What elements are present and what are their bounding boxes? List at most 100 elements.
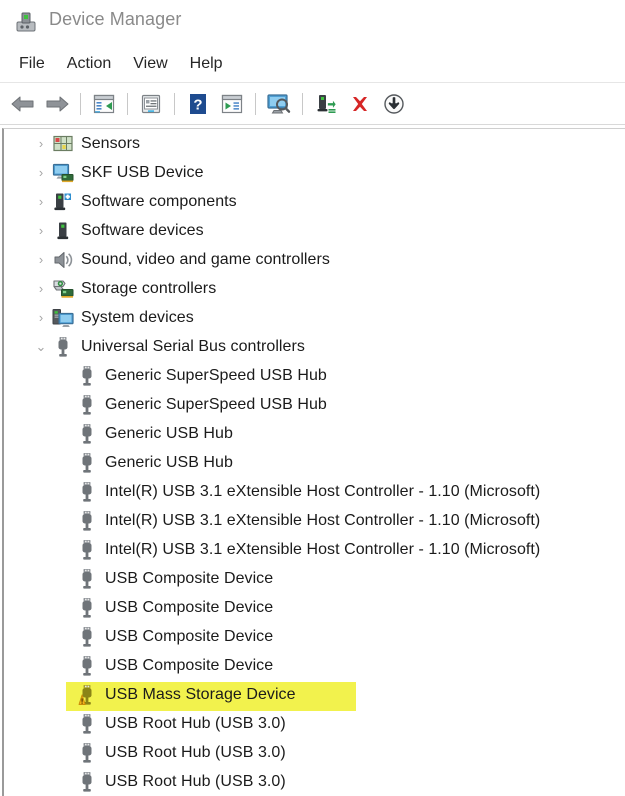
tree-row-label: System devices: [81, 308, 194, 326]
chevron-right-icon[interactable]: ›: [30, 282, 52, 295]
tree-row-label: Sensors: [81, 134, 141, 152]
show-hide-console-tree-icon[interactable]: [89, 89, 119, 119]
tree-row[interactable]: Generic USB Hub: [4, 419, 625, 448]
forward-arrow-icon[interactable]: [42, 89, 72, 119]
tree-row[interactable]: Generic SuperSpeed USB Hub: [4, 390, 625, 419]
svg-text:?: ?: [193, 96, 202, 113]
tree-row-label: USB Composite Device: [105, 656, 274, 674]
back-arrow-icon[interactable]: [8, 89, 38, 119]
tree-row-label: USB Composite Device: [105, 598, 274, 616]
tree-row[interactable]: › Sensors: [4, 129, 625, 158]
usb-icon: [76, 713, 98, 735]
usb-icon: [76, 655, 98, 677]
tree-row-label: USB Root Hub (USB 3.0): [105, 714, 286, 732]
title-bar: Device Manager: [0, 0, 625, 45]
enable-device-icon[interactable]: [311, 89, 341, 119]
usb-icon: [76, 510, 98, 532]
tree-row-label: USB Root Hub (USB 3.0): [105, 743, 286, 761]
usb-icon: [76, 394, 98, 416]
tree-row[interactable]: Generic USB Hub: [4, 448, 625, 477]
device-manager-icon: [14, 10, 38, 34]
storage-controller-icon: [52, 278, 74, 300]
window-title: Device Manager: [49, 9, 182, 29]
tree-row-label: Software components: [81, 192, 237, 210]
tree-row-label: Generic SuperSpeed USB Hub: [105, 395, 327, 413]
tree-row[interactable]: USB Root Hub (USB 3.0): [4, 709, 625, 738]
chevron-down-icon[interactable]: ⌄: [30, 340, 52, 353]
toolbar-separator: [302, 92, 303, 115]
usb-icon: [76, 481, 98, 503]
sensors-icon: [52, 133, 74, 155]
toolbar-separator: [255, 92, 256, 115]
menu-view[interactable]: View: [126, 52, 174, 76]
usb-icon: [76, 568, 98, 590]
tree-row[interactable]: USB Composite Device: [4, 564, 625, 593]
usb-icon: [76, 742, 98, 764]
tree-row[interactable]: USB Composite Device: [4, 593, 625, 622]
tree-row[interactable]: USB Composite Device: [4, 651, 625, 680]
chevron-right-icon[interactable]: ›: [30, 253, 52, 266]
toolbar-separator: [174, 92, 175, 115]
usb-icon: [76, 771, 98, 793]
tree-row[interactable]: › Software devices: [4, 216, 625, 245]
tree-row-label: SKF USB Device: [81, 163, 204, 181]
toolbar-separator: [127, 92, 128, 115]
tree-row-label: USB Composite Device: [105, 569, 274, 587]
chevron-right-icon[interactable]: ›: [30, 311, 52, 324]
tree-row-label: Sound, video and game controllers: [81, 250, 330, 268]
tree-row[interactable]: USB Root Hub (USB 3.0): [4, 767, 625, 796]
software-component-icon: [52, 191, 74, 213]
chevron-right-icon[interactable]: ›: [30, 224, 52, 237]
tree-row[interactable]: USB Mass Storage Device: [4, 680, 625, 709]
tree-row[interactable]: › SKF USB Device: [4, 158, 625, 187]
monitor-card-icon: [52, 162, 74, 184]
menu-action[interactable]: Action: [60, 52, 118, 76]
tree-row-label: USB Mass Storage Device: [105, 685, 296, 703]
tree-row[interactable]: Intel(R) USB 3.1 eXtensible Host Control…: [4, 535, 625, 564]
tree-row-label: Intel(R) USB 3.1 eXtensible Host Control…: [105, 511, 541, 529]
tree-row[interactable]: Intel(R) USB 3.1 eXtensible Host Control…: [4, 506, 625, 535]
toolbar: ?: [0, 83, 625, 125]
tree-row[interactable]: › System devices: [4, 303, 625, 332]
scan-for-hardware-changes-icon[interactable]: [264, 89, 294, 119]
help-icon[interactable]: ?: [183, 89, 213, 119]
tree-row-label: USB Root Hub (USB 3.0): [105, 772, 286, 790]
tree-row-label: Storage controllers: [81, 279, 217, 297]
software-device-icon: [52, 220, 74, 242]
device-tree[interactable]: › Sensors › SKF USB Device › Software compone…: [2, 128, 625, 796]
tree-row-label: USB Composite Device: [105, 627, 274, 645]
tree-row[interactable]: USB Root Hub (USB 3.0): [4, 738, 625, 767]
chevron-right-icon[interactable]: ›: [30, 137, 52, 150]
update-driver-icon[interactable]: [217, 89, 247, 119]
tree-row[interactable]: Generic SuperSpeed USB Hub: [4, 361, 625, 390]
tree-row-label: Universal Serial Bus controllers: [81, 337, 305, 355]
tree-row[interactable]: › Storage controllers: [4, 274, 625, 303]
tree-row-label: Software devices: [81, 221, 204, 239]
tree-row-label: Generic USB Hub: [105, 453, 233, 471]
uninstall-device-icon[interactable]: [345, 89, 375, 119]
tree-row[interactable]: ⌄ Universal Serial Bus controllers: [4, 332, 625, 361]
menu-file[interactable]: File: [12, 52, 52, 76]
toolbar-separator: [80, 92, 81, 115]
disable-device-icon[interactable]: [379, 89, 409, 119]
tree-row[interactable]: › Software components: [4, 187, 625, 216]
tree-row[interactable]: › Sound, video and game controllers: [4, 245, 625, 274]
tree-row[interactable]: USB Composite Device: [4, 622, 625, 651]
usb-warning-icon: [76, 684, 98, 706]
tree-row-list: › Sensors › SKF USB Device › Software compone…: [4, 129, 625, 796]
usb-icon: [76, 423, 98, 445]
system-device-icon: [52, 307, 74, 329]
tree-row[interactable]: Intel(R) USB 3.1 eXtensible Host Control…: [4, 477, 625, 506]
tree-row-label: Generic SuperSpeed USB Hub: [105, 366, 327, 384]
usb-icon: [76, 452, 98, 474]
tree-row-label: Intel(R) USB 3.1 eXtensible Host Control…: [105, 540, 541, 558]
usb-icon: [76, 365, 98, 387]
chevron-right-icon[interactable]: ›: [30, 166, 52, 179]
menu-help[interactable]: Help: [183, 52, 230, 76]
properties-icon[interactable]: [136, 89, 166, 119]
chevron-right-icon[interactable]: ›: [30, 195, 52, 208]
tree-row-label: Generic USB Hub: [105, 424, 233, 442]
usb-icon: [52, 336, 74, 358]
speaker-icon: [52, 249, 74, 271]
menu-bar: File Action View Help: [0, 45, 625, 83]
